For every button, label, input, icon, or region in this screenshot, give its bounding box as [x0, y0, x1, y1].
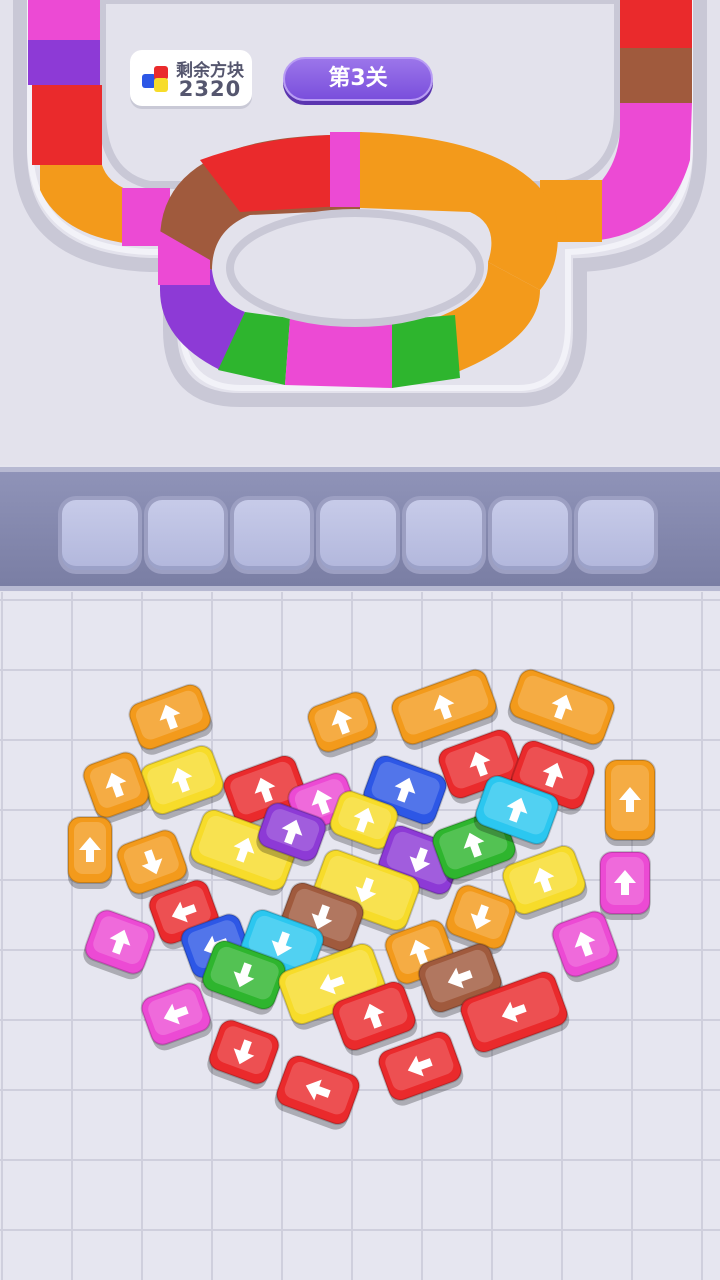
empty-slot[interactable] — [492, 500, 568, 570]
car-orange[interactable] — [604, 759, 656, 846]
empty-slot[interactable] — [578, 500, 654, 570]
car-red[interactable] — [271, 1053, 362, 1133]
empty-slot[interactable] — [148, 500, 224, 570]
conveyor-track-scene: 剩余方块 2320 第3关 — [0, 0, 720, 465]
empty-slot[interactable] — [406, 500, 482, 570]
car-red[interactable] — [204, 1017, 282, 1093]
remaining-blocks-counter: 剩余方块 2320 — [130, 50, 252, 106]
empty-slot[interactable] — [62, 500, 138, 570]
car-board — [0, 592, 720, 1280]
empty-slot[interactable] — [234, 500, 310, 570]
level-badge: 第3关 — [283, 57, 433, 101]
car-orange[interactable] — [67, 816, 113, 889]
cars-layer — [67, 668, 656, 1133]
game-screen: 剩余方块 2320 第3关 — [0, 0, 720, 1280]
car-slot-bar — [0, 467, 720, 591]
car-orange[interactable] — [305, 689, 382, 761]
empty-slot[interactable] — [320, 500, 396, 570]
car-pink[interactable] — [599, 851, 651, 920]
blocks-icon — [142, 66, 168, 92]
car-pink[interactable] — [80, 907, 158, 983]
oval-cube-ring — [158, 132, 558, 388]
remaining-blocks-count: 2320 — [178, 77, 242, 101]
parking-grid — [0, 592, 720, 1280]
